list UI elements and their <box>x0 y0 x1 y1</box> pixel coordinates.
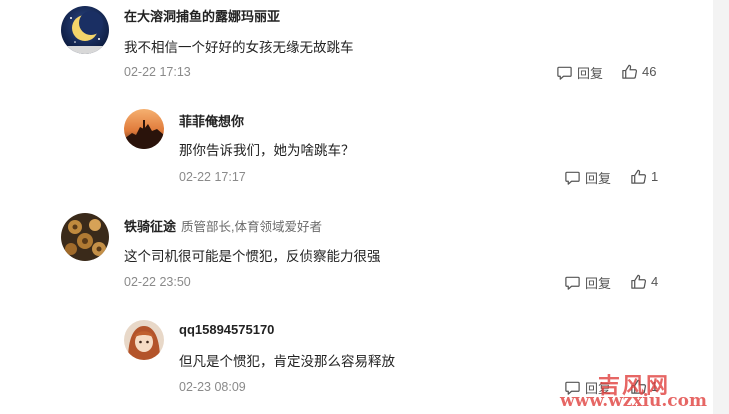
username-text[interactable]: 铁骑征途 <box>124 219 176 234</box>
avatar[interactable] <box>61 6 109 54</box>
like-button[interactable]: 46 <box>621 63 656 80</box>
comment-text: 这个司机很可能是个惯犯，反侦察能力很强 <box>124 249 381 264</box>
username[interactable]: 铁骑征途 质管部长,体育领域爱好者 <box>124 216 322 235</box>
like-count: 1 <box>651 169 659 184</box>
comment-text: 我不相信一个好好的女孩无缘无故跳车 <box>124 40 354 55</box>
reply-label: 回复 <box>585 276 612 291</box>
avatar[interactable] <box>124 109 164 149</box>
avatar[interactable] <box>61 213 109 261</box>
golden-figures-avatar-icon <box>61 213 109 261</box>
reply-label: 回复 <box>585 171 612 186</box>
thumbs-up-icon <box>631 274 647 289</box>
comment-time: 02-23 08:09 <box>179 380 246 394</box>
reply-button[interactable]: 回复 <box>556 63 603 82</box>
username[interactable]: qq15894575170 <box>179 322 274 337</box>
sunset-silhouette-avatar-icon <box>124 109 164 149</box>
comment-text: 但凡是个惯犯，肯定没那么容易释放 <box>179 354 395 369</box>
comment-time: 02-22 17:13 <box>124 65 191 79</box>
reply-button[interactable]: 回复 <box>564 273 611 292</box>
user-title-tag: 质管部长,体育领域爱好者 <box>181 220 322 234</box>
reply-label: 回复 <box>577 66 604 81</box>
site-watermark: 吉风网 www.wzxiu.com <box>560 372 729 414</box>
thumbs-up-icon <box>622 64 638 79</box>
comment-bubble-icon <box>557 66 572 80</box>
avatar[interactable] <box>124 320 164 360</box>
username[interactable]: 在大溶洞捕鱼的露娜玛丽亚 <box>124 6 280 25</box>
comment-bubble-icon <box>565 276 580 290</box>
reply-button[interactable]: 回复 <box>564 168 611 187</box>
moon-night-avatar-icon <box>61 6 109 54</box>
like-count: 46 <box>642 64 657 79</box>
watermark-url: www.wzxiu.com <box>560 391 707 411</box>
comment-bubble-icon <box>565 171 580 185</box>
like-button[interactable]: 1 <box>630 168 658 185</box>
thumbs-up-icon <box>631 169 647 184</box>
username[interactable]: 菲菲俺想你 <box>179 111 244 130</box>
comment-text: 那你告诉我们，她为啥跳车？ <box>179 143 355 158</box>
page-scrollbar-track[interactable] <box>713 0 729 414</box>
comment-time: 02-22 17:17 <box>179 170 246 184</box>
anime-girl-avatar-icon <box>124 320 164 360</box>
like-button[interactable]: 4 <box>630 273 658 290</box>
like-count: 4 <box>651 274 659 289</box>
comment-time: 02-22 23:50 <box>124 275 191 289</box>
